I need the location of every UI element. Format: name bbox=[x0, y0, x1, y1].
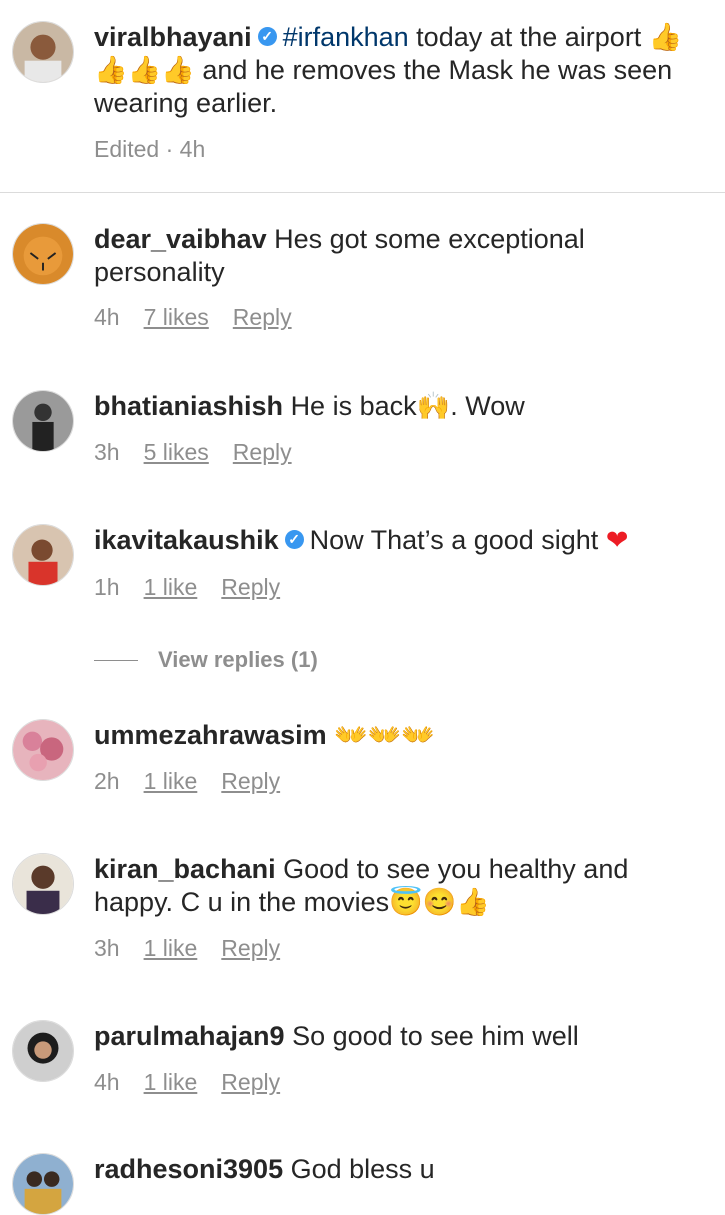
avatar[interactable] bbox=[12, 223, 74, 285]
comment-text: Now That’s a good sight bbox=[309, 525, 606, 555]
comment: kiran_bachani Good to see you healthy an… bbox=[94, 853, 709, 919]
comment-time: 1h bbox=[94, 574, 120, 600]
reply-button[interactable]: Reply bbox=[221, 1069, 280, 1096]
comment-meta: 3h 1 like Reply bbox=[94, 935, 280, 962]
view-replies-line bbox=[94, 659, 138, 661]
username-link[interactable]: bhatianiashish bbox=[94, 391, 283, 421]
username-link[interactable]: dear_vaibhav bbox=[94, 224, 267, 254]
likes-link[interactable]: 5 likes bbox=[144, 439, 209, 466]
caption-meta: Edited · 4h bbox=[94, 136, 205, 163]
reply-button[interactable]: Reply bbox=[221, 574, 280, 601]
comment-time: 4h bbox=[94, 1069, 120, 1095]
comment-meta: 2h 1 like Reply bbox=[94, 768, 280, 795]
caption-text-a: today at the airport bbox=[408, 22, 649, 52]
username-link[interactable]: radhesoni3905 bbox=[94, 1154, 283, 1184]
view-replies-button[interactable]: View replies (1) bbox=[94, 647, 318, 673]
comment: radhesoni3905 God bless u bbox=[94, 1153, 709, 1186]
comment: dear_vaibhav Hes got some exceptional pe… bbox=[94, 223, 709, 289]
likes-link[interactable]: 1 like bbox=[144, 768, 198, 795]
reply-button[interactable]: Reply bbox=[233, 304, 292, 331]
comment-meta: 3h 5 likes Reply bbox=[94, 439, 292, 466]
comment-text: God bless u bbox=[290, 1154, 435, 1184]
reply-button[interactable]: Reply bbox=[233, 439, 292, 466]
username-link[interactable]: ikavitakaushik bbox=[94, 525, 279, 555]
edited-label: Edited · 4h bbox=[94, 136, 206, 162]
username-link[interactable]: viralbhayani bbox=[94, 22, 252, 52]
comment-text: So good to see him well bbox=[292, 1021, 579, 1051]
comment-meta: 1h 1 like Reply bbox=[94, 574, 280, 601]
likes-link[interactable]: 1 like bbox=[144, 1069, 198, 1096]
username-link[interactable]: kiran_bachani bbox=[94, 854, 276, 884]
comment-time: 3h bbox=[94, 439, 120, 465]
avatar[interactable] bbox=[12, 1153, 74, 1215]
comment-meta: 4h 1 like Reply bbox=[94, 1069, 280, 1096]
comment-text: He is back🙌. Wow bbox=[290, 391, 525, 421]
divider bbox=[0, 192, 725, 193]
avatar[interactable] bbox=[12, 1020, 74, 1082]
comment: parulmahajan9 So good to see him well bbox=[94, 1020, 709, 1053]
comment-text: 👐👐👐 bbox=[334, 720, 435, 751]
comment-time: 2h bbox=[94, 768, 120, 794]
view-replies-label: View replies (1) bbox=[158, 647, 318, 672]
username-link[interactable]: ummezahrawasim bbox=[94, 720, 327, 750]
avatar[interactable] bbox=[12, 524, 74, 586]
caption: viralbhayani ✓ #irfankhan today at the air… bbox=[94, 21, 709, 120]
comment-time: 4h bbox=[94, 304, 120, 330]
heart-emoji: ❤ bbox=[605, 525, 629, 556]
comment-time: 3h bbox=[94, 935, 120, 961]
avatar[interactable] bbox=[12, 853, 74, 915]
hashtag-link[interactable]: #irfankhan bbox=[283, 22, 409, 52]
likes-link[interactable]: 1 like bbox=[144, 574, 198, 601]
username-link[interactable]: parulmahajan9 bbox=[94, 1021, 285, 1051]
comment: bhatianiashish He is back🙌. Wow bbox=[94, 390, 709, 423]
reply-button[interactable]: Reply bbox=[221, 935, 280, 962]
avatar[interactable] bbox=[12, 21, 74, 83]
likes-link[interactable]: 7 likes bbox=[144, 304, 209, 331]
likes-link[interactable]: 1 like bbox=[144, 935, 198, 962]
avatar[interactable] bbox=[12, 390, 74, 452]
comment-meta: 4h 7 likes Reply bbox=[94, 304, 292, 331]
comment: ikavitakaushik ✓ Now That’s a good sight ❤ bbox=[94, 524, 709, 557]
reply-button[interactable]: Reply bbox=[221, 768, 280, 795]
verified-badge-icon: ✓ bbox=[257, 27, 277, 47]
verified-badge-icon: ✓ bbox=[284, 530, 304, 550]
avatar[interactable] bbox=[12, 719, 74, 781]
comment: ummezahrawasim 👐👐👐 bbox=[94, 719, 709, 752]
